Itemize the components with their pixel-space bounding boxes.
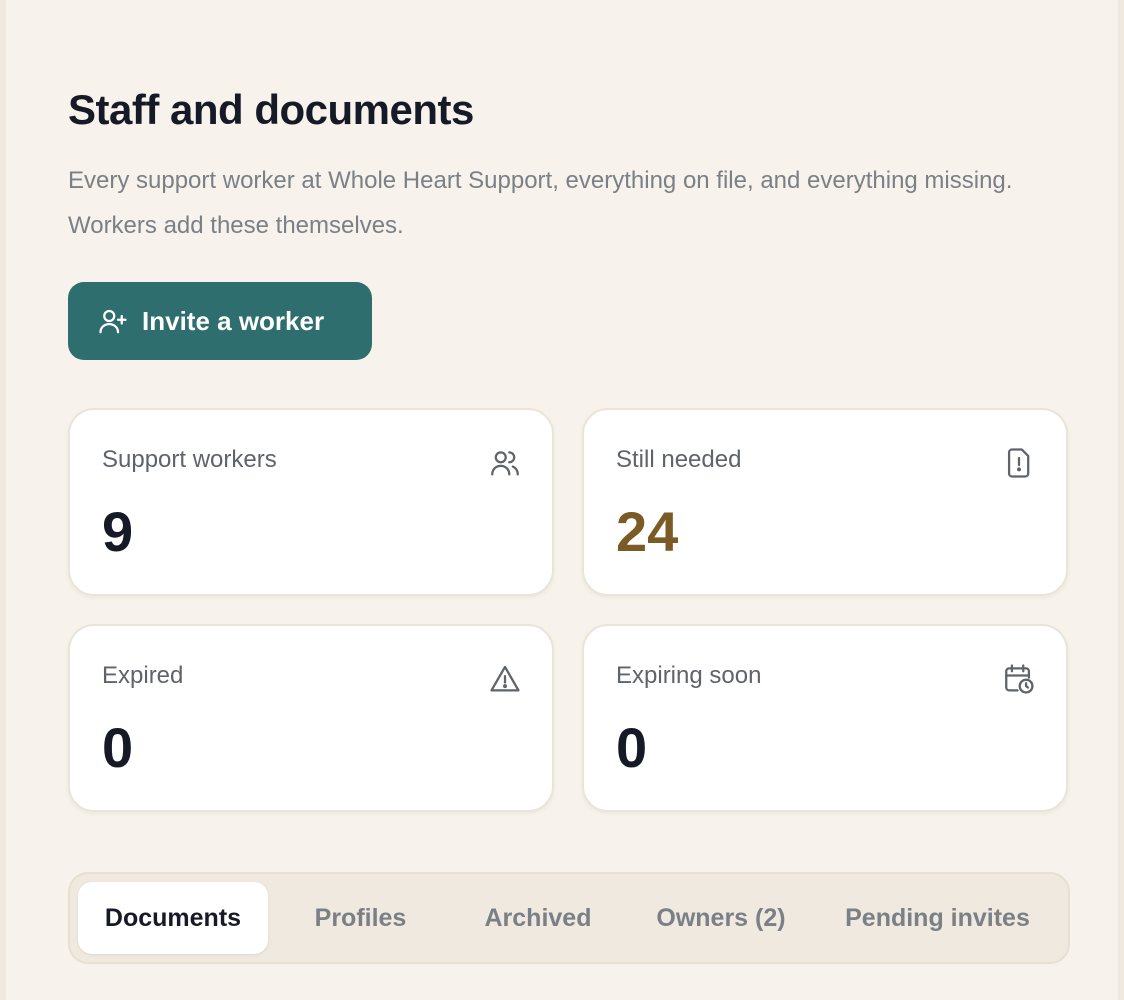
- page-subtitle: Every support worker at Whole Heart Supp…: [68, 167, 1013, 239]
- page-title: Staff and documents: [68, 86, 474, 133]
- invite-worker-label: Invite a worker: [142, 305, 325, 336]
- tab-archived[interactable]: Archived: [453, 882, 623, 954]
- tab-profiles[interactable]: Profiles: [268, 882, 453, 954]
- stat-label: Expiring soon: [616, 662, 762, 689]
- stat-label: Expired: [102, 662, 184, 689]
- stat-label: Support workers: [102, 446, 277, 473]
- invite-worker-button[interactable]: Invite a worker: [68, 282, 372, 360]
- user-plus-icon: [98, 306, 128, 336]
- stat-value: 0: [616, 716, 648, 779]
- stats-grid: Support workers 9 Still needed 24 Expire…: [68, 408, 1070, 812]
- stat-value: 0: [102, 716, 134, 779]
- stat-card-expiring-soon: Expiring soon 0: [582, 624, 1068, 812]
- stat-label: Still needed: [616, 446, 742, 473]
- stat-card-expired: Expired 0: [68, 624, 554, 812]
- file-alert-icon: [1002, 446, 1036, 480]
- tab-owners[interactable]: Owners (2): [623, 882, 819, 954]
- main-content: Staff and documents Every support worker…: [68, 80, 1070, 964]
- stat-card-still-needed: Still needed 24: [582, 408, 1068, 596]
- tab-pending-invites[interactable]: Pending invites: [819, 882, 1056, 954]
- tab-bar: Documents Profiles Archived Owners (2) P…: [68, 872, 1070, 964]
- calendar-clock-icon: [1002, 662, 1036, 696]
- stat-card-support-workers: Support workers 9: [68, 408, 554, 596]
- users-icon: [488, 446, 522, 480]
- stat-value: 9: [102, 500, 134, 563]
- tab-documents[interactable]: Documents: [78, 882, 268, 954]
- stat-value: 24: [616, 500, 679, 563]
- warning-triangle-icon: [488, 662, 522, 696]
- staff-documents-page: Staff and documents Every support worker…: [0, 0, 1124, 1000]
